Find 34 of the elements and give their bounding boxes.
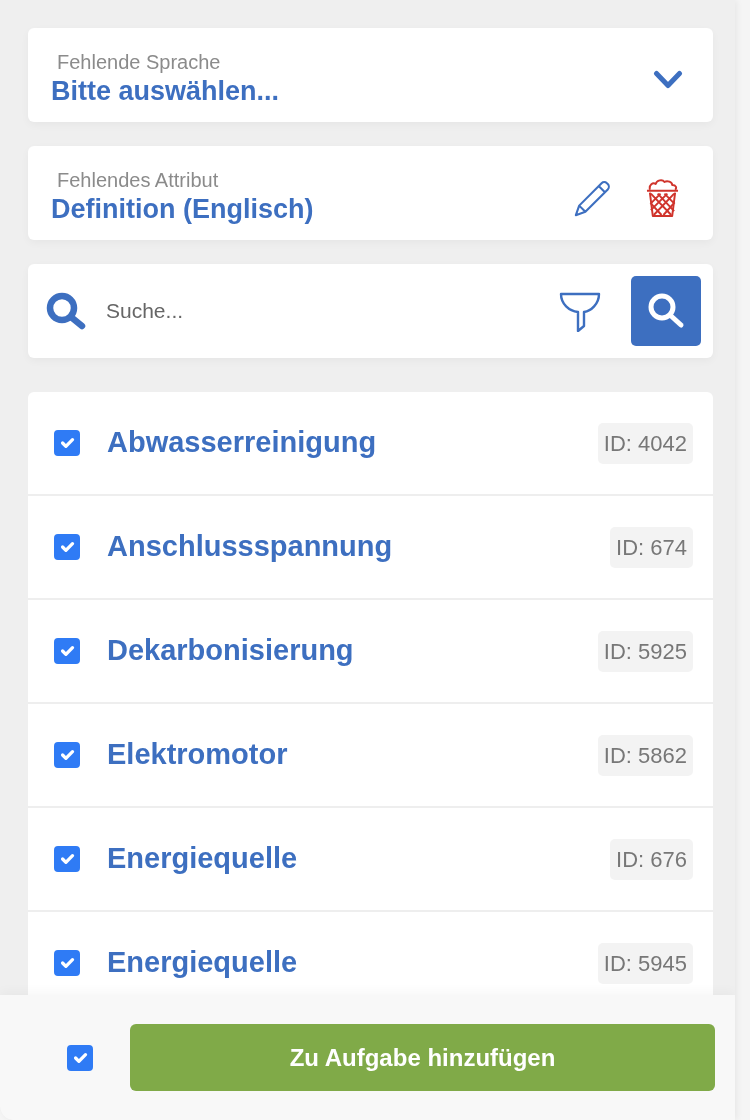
add-to-task-button[interactable]: Zu Aufgabe hinzufügen bbox=[130, 1024, 715, 1091]
id-badge: ID: 674 bbox=[610, 526, 693, 568]
field-label: Fehlende Sprache bbox=[56, 50, 222, 75]
field-label: Fehlendes Attribut bbox=[56, 168, 220, 193]
item-title[interactable]: Anschlussspannung bbox=[107, 525, 611, 569]
search-input[interactable]: Suche... bbox=[106, 291, 559, 331]
item-checkbox[interactable] bbox=[54, 950, 80, 976]
id-badge: ID: 5945 bbox=[597, 942, 693, 984]
item-checkbox[interactable] bbox=[54, 638, 80, 664]
item-title[interactable]: Energiequelle bbox=[107, 941, 598, 985]
item-title[interactable]: Elektromotor bbox=[107, 733, 598, 777]
search-icon bbox=[46, 292, 86, 330]
dropdown-value: Bitte auswählen... bbox=[51, 75, 281, 109]
item-title[interactable]: Energiequelle bbox=[107, 837, 611, 881]
item-title[interactable]: Abwasserreinigung bbox=[107, 421, 598, 465]
id-badge: ID: 5862 bbox=[597, 734, 693, 776]
trash-icon[interactable] bbox=[646, 178, 679, 218]
search-icon bbox=[647, 292, 685, 330]
item-title[interactable]: Dekarbonisierung bbox=[107, 629, 598, 673]
filter-icon[interactable] bbox=[559, 290, 601, 332]
search-field[interactable]: Suche... bbox=[28, 264, 713, 358]
select-all-checkbox[interactable] bbox=[67, 1044, 93, 1071]
id-badge: ID: 676 bbox=[610, 838, 693, 880]
item-checkbox[interactable] bbox=[54, 534, 80, 560]
id-badge: ID: 5925 bbox=[597, 630, 693, 672]
item-checkbox[interactable] bbox=[54, 846, 80, 872]
id-badge: ID: 4042 bbox=[597, 422, 693, 464]
language-dropdown[interactable]: Fehlende Sprache Bitte auswählen... bbox=[28, 28, 713, 122]
search-button[interactable] bbox=[631, 276, 701, 346]
pencil-icon[interactable] bbox=[573, 178, 613, 218]
item-checkbox[interactable] bbox=[54, 742, 80, 768]
chevron-down-icon bbox=[653, 70, 683, 90]
item-checkbox[interactable] bbox=[54, 430, 80, 456]
attribute-value: Definition (Englisch) bbox=[51, 193, 315, 227]
